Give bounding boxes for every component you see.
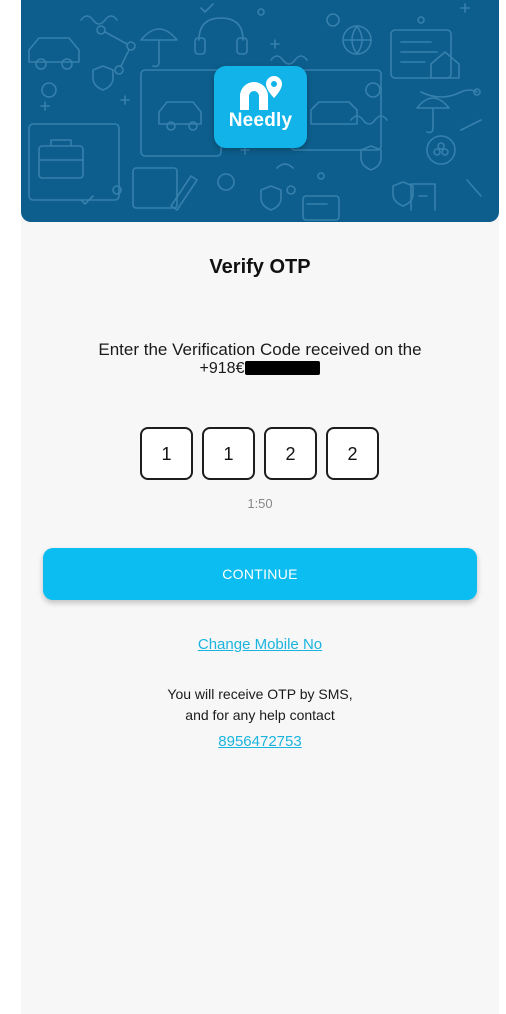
otp-digit-2[interactable]: 1 (202, 427, 255, 480)
change-mobile-link[interactable]: Change Mobile No (21, 636, 499, 653)
otp-digit-3[interactable]: 2 (264, 427, 317, 480)
help-text: You will receive OTP by SMS, and for any… (21, 684, 499, 726)
help-line-1: You will receive OTP by SMS, (167, 686, 353, 702)
phone-prefix: +918€ (199, 360, 245, 377)
brand-name: Needly (228, 110, 293, 131)
otp-digit-4[interactable]: 2 (326, 427, 379, 480)
redacted-digits (245, 361, 321, 375)
header-banner: Needly (21, 0, 499, 222)
otp-input-group: 1 1 2 2 (140, 427, 380, 482)
needly-logo: Needly (214, 66, 307, 148)
otp-screen: Needly Verify OTP Enter the Verification… (21, 0, 499, 1014)
page-title: Verify OTP (209, 256, 311, 278)
contact-number-link[interactable]: 8956472753 (21, 733, 499, 750)
instruction-text: Enter the Verification Code received on … (98, 340, 422, 359)
phone-number: +918€ (21, 360, 499, 378)
help-line-2: and for any help contact (185, 707, 335, 723)
logo-pin-icon (240, 76, 282, 110)
resend-timer: 1:50 (247, 496, 273, 511)
otp-digit-1[interactable]: 1 (140, 427, 193, 480)
continue-button[interactable]: CONTINUE (43, 548, 477, 600)
